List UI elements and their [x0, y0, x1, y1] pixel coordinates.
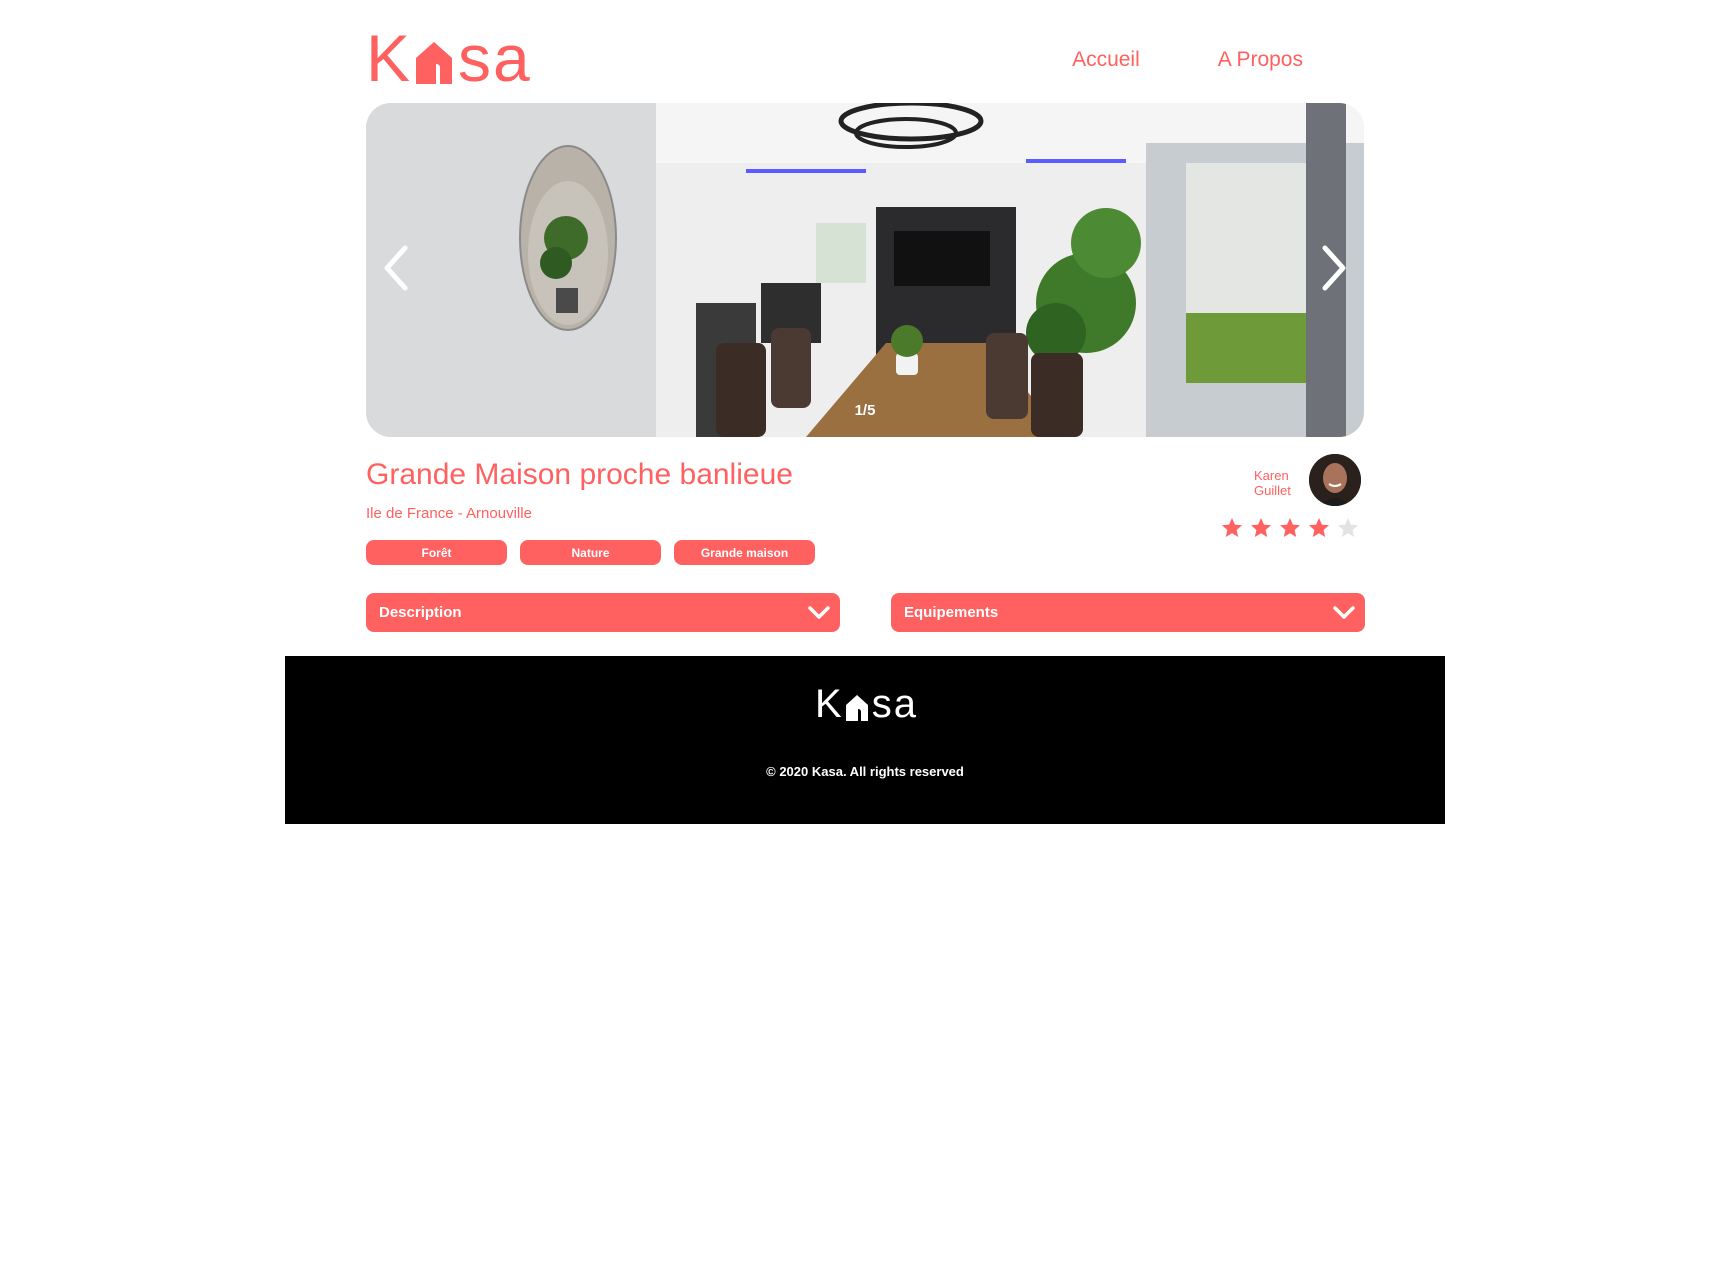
chevron-left-icon	[384, 245, 408, 291]
carousel-prev-button[interactable]	[371, 233, 421, 303]
host-last-name: Guillet	[1254, 483, 1291, 498]
star-empty-icon	[1338, 518, 1358, 537]
listing-photo	[366, 103, 1364, 437]
equipments-label: Equipements	[904, 604, 999, 621]
star-filled-icon	[1251, 518, 1271, 537]
chevron-down-icon	[1333, 605, 1355, 619]
star-filled-icon	[1280, 518, 1300, 537]
chevron-right-icon	[1322, 245, 1346, 291]
listing-title: Grande Maison proche banlieue	[366, 458, 793, 491]
tag-foret: Forêt	[366, 540, 507, 565]
main-nav: Accueil A Propos	[1072, 48, 1303, 72]
site-header: K sa Accueil A Propos	[366, 21, 1363, 95]
tag-list: Forêt Nature Grande maison	[366, 540, 815, 565]
house-icon	[416, 42, 453, 84]
nav-link-a-propos[interactable]: A Propos	[1218, 48, 1303, 72]
host-first-name: Karen	[1254, 468, 1289, 483]
host-avatar	[1309, 454, 1361, 506]
house-icon	[845, 695, 868, 721]
chevron-down-icon	[808, 605, 830, 619]
equipments-collapse[interactable]: Equipements	[891, 593, 1365, 632]
logo-letters-sa: sa	[458, 21, 532, 95]
image-carousel: 1/5	[366, 103, 1364, 437]
tag-grande-maison: Grande maison	[674, 540, 815, 565]
host-avatar-image	[1309, 454, 1361, 506]
description-label: Description	[379, 604, 462, 621]
logo-letter-k: K	[366, 21, 413, 95]
description-collapse[interactable]: Description	[366, 593, 840, 632]
footer-logo: K sa	[815, 682, 918, 726]
carousel-counter: 1/5	[854, 402, 876, 419]
footer-logo-letter-k: K	[815, 682, 844, 726]
host-info: Karen Guillet	[1245, 454, 1363, 508]
copyright-text: © 2020 Kasa. All rights reserved	[766, 764, 964, 779]
nav-link-accueil[interactable]: Accueil	[1072, 48, 1140, 72]
tag-nature: Nature	[520, 540, 661, 565]
star-filled-icon	[1222, 518, 1242, 537]
kasa-logo[interactable]: K sa	[366, 21, 532, 95]
carousel-next-button[interactable]	[1309, 233, 1359, 303]
star-filled-icon	[1309, 518, 1329, 537]
host-name: Karen Guillet	[1254, 468, 1291, 498]
listing-location: Ile de France - Arnouville	[366, 505, 532, 522]
rating-stars	[1220, 516, 1360, 540]
site-footer: K sa © 2020 Kasa. All rights reserved	[285, 656, 1445, 824]
footer-logo-letters-sa: sa	[871, 682, 918, 726]
